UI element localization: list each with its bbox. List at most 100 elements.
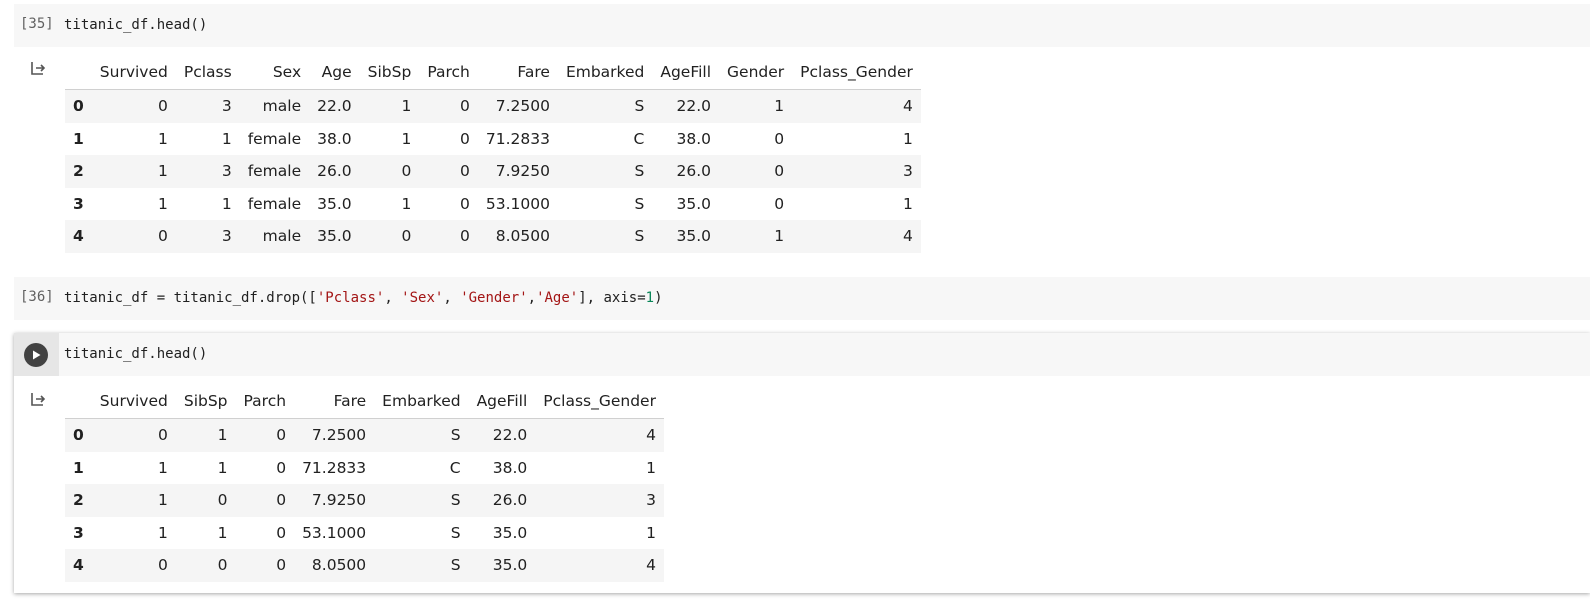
- table-cell: 38.0: [492, 458, 528, 477]
- table-cell: 53.1000: [485, 194, 550, 213]
- table-cell: C: [449, 458, 461, 477]
- table-cell: 0: [157, 426, 168, 445]
- table-cell: 22.0: [492, 426, 528, 445]
- table-cell: 7.9250: [495, 162, 550, 181]
- table-cell: 0: [459, 97, 470, 116]
- table-cell: 7.2500: [495, 97, 550, 116]
- table-cell: 53.1000: [302, 523, 367, 542]
- code-editor[interactable]: titanic_df.head(): [14, 333, 1590, 376]
- run-cell-button[interactable]: [24, 343, 48, 367]
- table-cell: S: [450, 556, 461, 575]
- table-cell: 1: [774, 97, 785, 116]
- table-cell: 22.0: [317, 97, 352, 116]
- table-cell: 1: [646, 523, 656, 542]
- play-icon: [33, 350, 41, 360]
- code-line[interactable]: titanic_df.head(): [64, 17, 207, 33]
- table-row: 3 1 1 female 35.0 1 0 53.1000 S 35.0 0 1: [65, 187, 921, 220]
- table-cell: C: [633, 129, 645, 148]
- output-redirect-icon[interactable]: [30, 391, 46, 407]
- table-row: 1 1 1 0 71.2833 C 38.0 1: [65, 451, 664, 484]
- column-header: Pclass_Gender: [535, 384, 664, 419]
- column-header: SibSp: [359, 55, 420, 90]
- code-editor[interactable]: [35] titanic_df.head(): [14, 4, 1590, 47]
- column-header: Parch: [235, 384, 295, 419]
- table-cell: S: [634, 97, 645, 116]
- table-cell: 0: [401, 162, 412, 181]
- table-cell: female: [247, 194, 302, 213]
- row-index: 1: [73, 458, 84, 477]
- table-cell: 3: [903, 162, 913, 181]
- column-header: Fare: [294, 384, 375, 419]
- table-header-row: Survived SibSp Parch Fare Embarked AgeFill Pcl…: [65, 384, 664, 419]
- table-row: 2 1 0 0 7.9250 S 26.0 3: [65, 484, 664, 517]
- table-cell: S: [450, 426, 461, 445]
- output-redirect-icon[interactable]: [30, 60, 46, 76]
- table-cell: 1: [401, 97, 412, 116]
- table-cell: 26.0: [492, 491, 528, 510]
- table-cell: 7.2500: [311, 426, 367, 445]
- table-cell: 38.0: [317, 129, 352, 148]
- table-cell: 71.2833: [302, 458, 367, 477]
- index-header: [65, 384, 92, 419]
- code-line[interactable]: titanic_df.head(): [64, 346, 207, 362]
- table-cell: 0: [774, 162, 785, 181]
- table-cell: 1: [401, 129, 412, 148]
- table-cell: S: [450, 523, 461, 542]
- table-cell: 0: [401, 227, 412, 246]
- table-cell: 4: [903, 227, 913, 246]
- table-cell: 1: [157, 523, 168, 542]
- table-cell: 35.0: [317, 194, 352, 213]
- table-cell: 0: [157, 227, 168, 246]
- table-cell: 35.0: [492, 556, 528, 575]
- table-cell: S: [450, 491, 461, 510]
- table-cell: 0: [459, 227, 470, 246]
- table-cell: S: [634, 194, 645, 213]
- code-cell-35[interactable]: [35] titanic_df.head() Survived Pclass Sex…: [14, 4, 1590, 266]
- dataframe-output: Survived Pclass Sex Age SibSp Parch Fare Embark…: [65, 55, 921, 253]
- column-header: Survived: [91, 55, 176, 90]
- execution-count: [35]: [20, 16, 54, 32]
- table-cell: 22.0: [676, 97, 712, 116]
- column-header: Parch: [419, 55, 478, 90]
- row-index: 0: [73, 97, 84, 116]
- table-cell: 8.0500: [311, 556, 367, 575]
- table-cell: 0: [774, 194, 785, 213]
- table-cell: 1: [217, 523, 228, 542]
- table-cell: 1: [217, 426, 228, 445]
- table-cell: male: [262, 227, 302, 246]
- table-cell: 0: [217, 556, 228, 575]
- table-cell: 0: [276, 523, 287, 542]
- table-cell: 35.0: [317, 227, 352, 246]
- column-header: SibSp: [175, 384, 236, 419]
- table-cell: 0: [276, 458, 287, 477]
- table-row: 0 0 3 male 22.0 1 0 7.2500 S 22.0 1 4: [65, 89, 921, 123]
- table-cell: 8.0500: [495, 227, 550, 246]
- table-cell: 4: [903, 97, 913, 116]
- table-cell: 1: [157, 458, 168, 477]
- column-header: Age: [309, 55, 360, 90]
- dataframe-output: Survived SibSp Parch Fare Embarked AgeFill Pcl…: [65, 384, 664, 582]
- table-cell: 3: [221, 227, 232, 246]
- table-cell: male: [262, 97, 302, 116]
- table-header-row: Survived Pclass Sex Age SibSp Parch Fare Embark…: [65, 55, 921, 90]
- code-line[interactable]: titanic_df = titanic_df.drop(['Pclass', …: [64, 290, 663, 306]
- table-cell: 0: [459, 162, 470, 181]
- table-cell: 1: [157, 129, 168, 148]
- table-cell: 1: [903, 129, 913, 148]
- column-header: Embarked: [374, 384, 469, 419]
- table-cell: 35.0: [492, 523, 528, 542]
- table-cell: 1: [157, 162, 168, 181]
- code-cell-focused[interactable]: titanic_df.head() Survived SibSp Parch Fare…: [14, 333, 1590, 593]
- table-cell: 1: [157, 194, 168, 213]
- table-cell: 3: [646, 491, 656, 510]
- table-cell: 1: [903, 194, 913, 213]
- table-cell: 3: [221, 97, 232, 116]
- table-cell: 0: [276, 556, 287, 575]
- code-cell-36[interactable]: [36] titanic_df = titanic_df.drop(['Pcla…: [14, 277, 1590, 320]
- code-editor[interactable]: [36] titanic_df = titanic_df.drop(['Pcla…: [14, 277, 1590, 320]
- table-cell: 26.0: [317, 162, 352, 181]
- column-header: AgeFill: [652, 55, 720, 90]
- table-cell: 0: [157, 97, 168, 116]
- table-cell: 4: [646, 556, 656, 575]
- table-cell: 0: [276, 491, 287, 510]
